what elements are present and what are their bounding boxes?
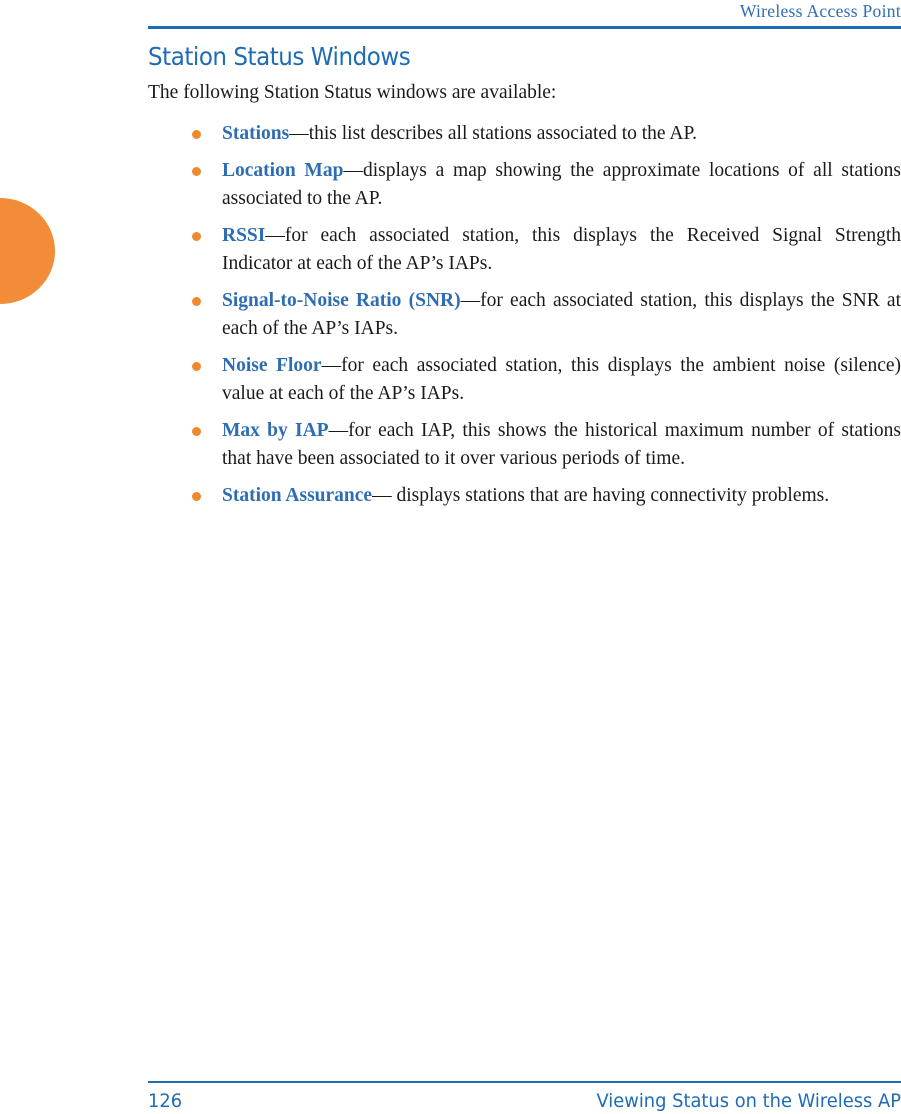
page-footer: 126 Viewing Status on the Wireless AP [148,1088,901,1114]
list-item: Station Assurance— displays stations tha… [148,482,901,511]
list-item: Max by IAP—for each IAP, this shows the … [148,417,901,474]
list-item-description: — displays stations that are having conn… [372,484,830,506]
list-item-term: Max by IAP [222,419,329,441]
list-item: Noise Floor—for each associated station,… [148,352,901,409]
list-item-term: RSSI [222,224,266,246]
intro-paragraph: The following Station Status windows are… [148,82,557,103]
bullet-dot-icon [192,491,201,501]
list-item-term: Station Assurance [222,484,373,506]
list-item-description: —this list describes all stations associ… [289,123,698,144]
bullet-dot-icon [192,231,201,241]
list-item: Stations—this list describes all station… [148,120,901,149]
list-item-term: Stations [222,123,290,144]
footer-section-title: Viewing Status on the Wireless AP [596,1090,901,1112]
bullet-dot-icon [192,166,201,176]
list-item-term: Noise Floor [222,354,322,376]
bullet-dot-icon [192,130,201,139]
document-page: Wireless Access Point Station Status Win… [0,0,901,1114]
chapter-thumb-tab [0,198,55,304]
page-content: Station Status Windows The following Sta… [148,42,901,518]
running-header-title: Wireless Access Point [739,1,901,21]
page-title: Station Status Windows [148,42,411,71]
footer-divider [148,1081,901,1083]
bullet-dot-icon [192,361,201,371]
station-status-window-list: Stations—this list describes all station… [148,120,901,510]
list-item-description: —for each associated station, this displ… [222,224,901,275]
bullet-dot-icon [192,296,201,306]
list-item-term: Location Map [222,159,344,181]
list-item-term: Signal-to-Noise Ratio (SNR) [222,289,461,311]
list-item-description: —for each associated station, this displ… [222,354,901,405]
list-item: RSSI—for each associated station, this d… [148,222,901,279]
footer-page-number: 126 [148,1090,183,1112]
header-divider [148,26,901,29]
list-item: Location Map—displays a map showing the … [148,157,901,214]
bullet-dot-icon [192,426,201,436]
list-item: Signal-to-Noise Ratio (SNR)—for each ass… [148,287,901,344]
